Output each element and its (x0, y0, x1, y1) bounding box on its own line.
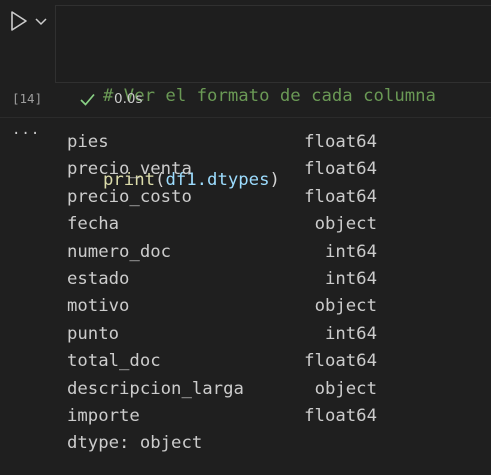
column-dtype: int64 (324, 268, 377, 289)
column-name: estado (67, 268, 130, 289)
output-row: importe float64 (67, 403, 377, 430)
column-name: numero_doc (67, 241, 172, 262)
more-actions-icon[interactable]: ··· (12, 126, 40, 142)
execution-duration: 0.0s (114, 91, 143, 107)
output-row: numero_doc int64 (67, 239, 377, 266)
code-cell-editor[interactable]: # Ver el formato de cada columna print(d… (55, 5, 491, 190)
output-row: punto int64 (67, 321, 377, 348)
column-dtype: object (314, 214, 377, 235)
output-row: precio_costo float64 (67, 184, 377, 211)
column-dtype: int64 (324, 323, 377, 344)
column-dtype: float64 (304, 351, 377, 372)
column-dtype: float64 (304, 186, 377, 207)
column-dtype: float64 (304, 405, 377, 426)
column-dtype: int64 (324, 241, 377, 262)
chevron-down-icon[interactable] (34, 14, 48, 28)
column-name: precio_costo (67, 186, 192, 207)
column-name: pies (67, 132, 109, 152)
column-name: precio_venta (67, 159, 192, 180)
column-dtype: object (314, 378, 377, 399)
check-icon (80, 93, 95, 106)
output-row: estado int64 (67, 266, 377, 293)
column-name: descripcion_larga (67, 378, 244, 399)
column-dtype: float64 (304, 132, 377, 152)
cell-toolbar (6, 8, 52, 36)
dtype-list: pies float64 precio_venta float64 precio_cos… (67, 129, 377, 430)
output-row: motivo object (67, 293, 377, 320)
output-row: precio_venta float64 (67, 156, 377, 183)
execution-count: [14] (12, 91, 43, 106)
output-divider (0, 117, 491, 118)
output-row: descripcion_larga object (67, 376, 377, 403)
output-row: fecha object (67, 211, 377, 238)
output-footer: dtype: object (67, 433, 203, 454)
column-name: motivo (67, 296, 130, 317)
output-row: total_doc float64 (67, 348, 377, 375)
output-row: pies float64 (67, 129, 377, 156)
column-dtype: object (314, 296, 377, 317)
execution-status: 0.0s (79, 88, 143, 110)
run-icon[interactable] (9, 10, 29, 32)
code-comment: # Ver el formato de cada columna (103, 86, 436, 106)
cell-output: pies float64 precio_venta float64 precio_cos… (67, 129, 377, 458)
column-name: importe (67, 405, 140, 426)
column-name: punto (67, 323, 120, 344)
column-name: fecha (67, 214, 120, 235)
code-line-comment: # Ver el formato de cada columna (103, 82, 436, 110)
column-dtype: float64 (304, 159, 377, 180)
column-name: total_doc (67, 351, 161, 372)
